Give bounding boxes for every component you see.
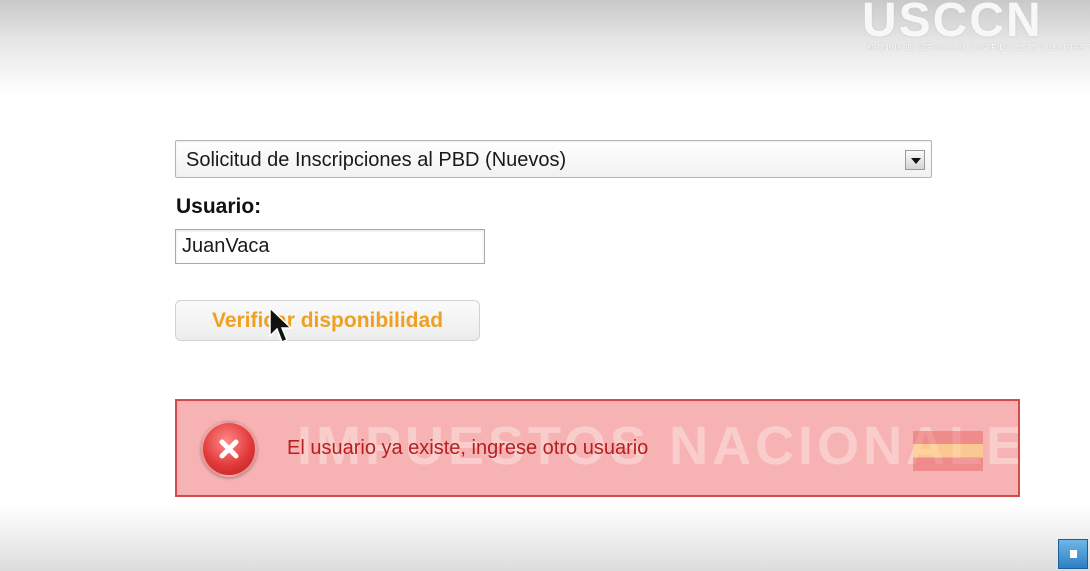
watermark-logo: USCCN bbox=[862, 0, 1043, 42]
error-message: El usuario ya existe, ingrese otro usuar… bbox=[287, 437, 649, 459]
flag-watermark-icon bbox=[913, 431, 983, 471]
usuario-input[interactable] bbox=[175, 229, 485, 264]
chevron-down-icon[interactable] bbox=[905, 150, 925, 170]
mouse-pointer-icon bbox=[269, 306, 293, 343]
app-icon[interactable] bbox=[1058, 539, 1088, 569]
usuario-label: Usuario: bbox=[176, 195, 262, 218]
select-value: Solicitud de Inscripciones al PBD (Nuevo… bbox=[186, 149, 567, 171]
watermark-subtitle: AGENCIA DE SERVICIO AL CONTRIBUYENTE Y C… bbox=[866, 43, 1090, 52]
footer-fade bbox=[0, 505, 1090, 571]
error-alert: IMPUESTOS NACIONALES El usuario ya exist… bbox=[175, 399, 1020, 497]
request-type-select[interactable]: Solicitud de Inscripciones al PBD (Nuevo… bbox=[175, 140, 932, 178]
error-x-icon bbox=[201, 421, 257, 477]
verify-availability-button[interactable]: Verificar disponibilidad bbox=[175, 300, 480, 341]
